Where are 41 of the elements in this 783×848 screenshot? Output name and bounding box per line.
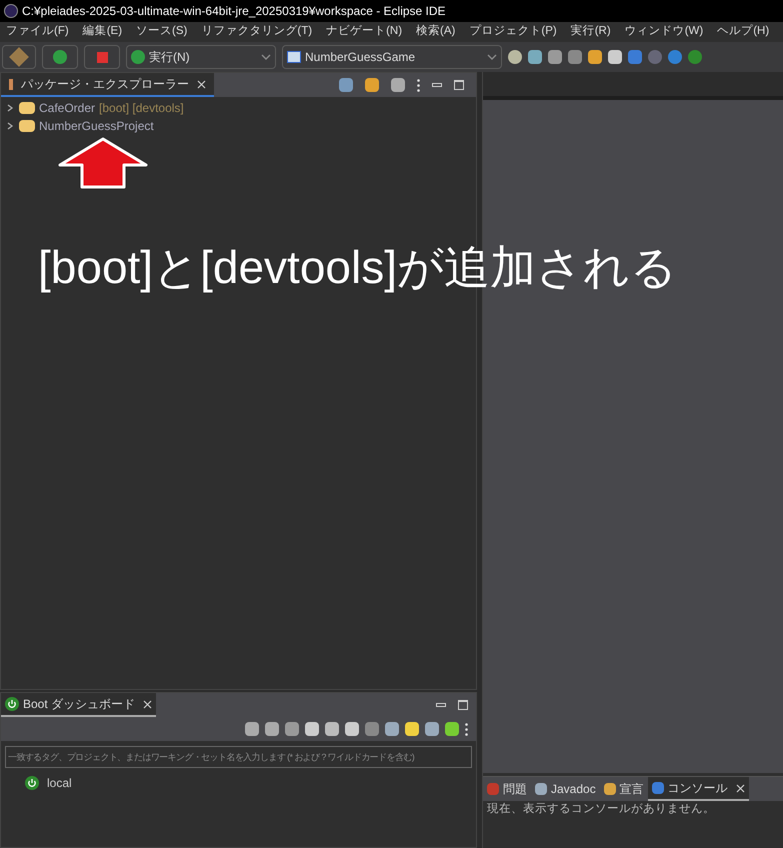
menu-item[interactable]: プロジェクト(P) [469, 23, 557, 41]
filter-field[interactable]: 一致するタグ、プロジェクト、またはワーキング・セット名を入力します (* および ? ワイルドカードを含む) [5, 746, 472, 768]
menu-item[interactable]: ソース(S) [136, 23, 188, 41]
boot-dashboard-tab[interactable]: Boot ダッシュボード [1, 693, 156, 717]
close-icon[interactable] [736, 784, 745, 792]
maximize-icon[interactable] [458, 700, 468, 710]
caret-icon[interactable] [487, 54, 497, 60]
console-message: 現在、表示するコンソールがありません。 [486, 802, 716, 817]
run-mode-dropdown[interactable]: 実行(N) [126, 45, 276, 69]
menu-item[interactable]: ファイル(F) [6, 23, 69, 41]
project-name[interactable]: NumberGuessProject [39, 117, 154, 135]
launch-target-dropdown[interactable]: NumberGuessGame [282, 45, 502, 69]
run-button[interactable] [42, 45, 78, 69]
target-label[interactable]: local [47, 774, 72, 792]
window-title: C:¥pleiades-2025-03-ultimate-win-64bit-jre_20250319¥workspace - Eclipse IDE [22, 3, 446, 20]
annotation-text: [boot]と[devtools]が追加される [38, 244, 677, 290]
menu-item[interactable]: リファクタリング(T) [201, 23, 312, 41]
build-button[interactable] [2, 45, 36, 69]
project-decorations: [boot] [devtools] [99, 100, 184, 117]
menu-item[interactable]: ナビゲート(N) [326, 23, 402, 41]
menu-item[interactable]: 編集(E) [82, 23, 122, 41]
more-icon[interactable] [417, 78, 420, 92]
menu-item[interactable]: ヘルプ(H) [717, 23, 770, 41]
menu-item[interactable]: 実行(R) [570, 23, 611, 41]
close-icon[interactable] [197, 80, 206, 88]
menu-item[interactable]: 検索(A) [416, 23, 456, 41]
project-name[interactable]: CafeOrder [39, 99, 96, 117]
view-tab[interactable]: Javadoc [531, 777, 600, 801]
explorer-tab[interactable]: パッケージ・エクスプローラー [1, 73, 214, 97]
stop-button[interactable] [84, 45, 120, 69]
caret-icon[interactable] [261, 54, 271, 60]
view-tab[interactable]: 問題 [483, 777, 531, 801]
minimize-icon[interactable] [436, 703, 446, 707]
view-tab[interactable]: コンソール [648, 777, 749, 801]
more-icon[interactable] [465, 722, 468, 736]
menu-item[interactable]: ウィンドウ(W) [624, 23, 704, 41]
maximize-icon[interactable] [454, 80, 464, 90]
minimize-icon[interactable] [432, 83, 442, 87]
view-tab[interactable]: 宣言 [600, 777, 648, 801]
up-arrow-icon [58, 137, 148, 189]
close-icon[interactable] [143, 700, 152, 708]
